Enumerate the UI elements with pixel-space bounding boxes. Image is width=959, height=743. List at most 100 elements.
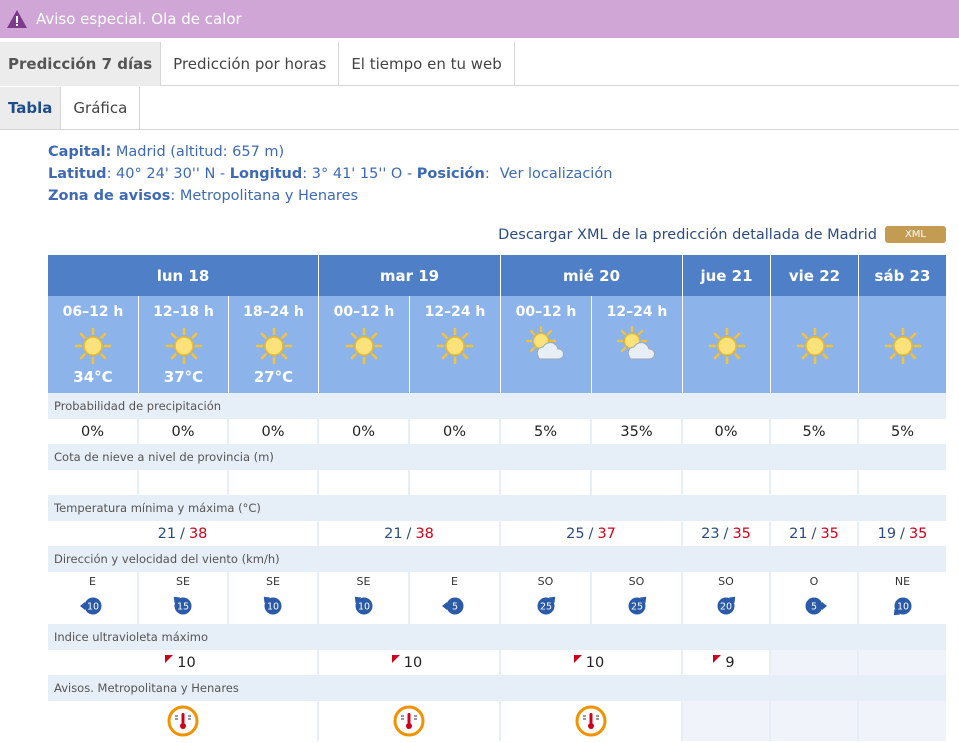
day-header: mié 20 bbox=[501, 255, 683, 296]
tab-prediccion-7-dias[interactable]: Predicción 7 días bbox=[0, 42, 162, 86]
pos-label: Posición bbox=[416, 166, 485, 182]
period-cell bbox=[683, 296, 771, 393]
tab-tiempo-en-tu-web[interactable]: El tiempo en tu web bbox=[339, 42, 515, 86]
heat-warning-icon[interactable] bbox=[575, 705, 607, 737]
tab-tabla[interactable]: Tabla bbox=[0, 87, 62, 129]
heat-warning-icon[interactable] bbox=[167, 705, 199, 737]
sub-tabs: Tabla Gráfica bbox=[0, 87, 959, 130]
day-header: jue 21 bbox=[683, 255, 771, 296]
precip-value: 0% bbox=[319, 419, 410, 444]
warning-cell[interactable] bbox=[501, 701, 683, 741]
period-label: 00–12 h bbox=[333, 304, 395, 320]
wind-arrow-icon: 20 bbox=[717, 596, 736, 615]
period-cell: 00–12 h bbox=[319, 296, 410, 393]
period-cell: 12–18 h 37°C bbox=[139, 296, 229, 393]
wind-cell: SE 15 bbox=[139, 572, 229, 624]
precip-value: 0% bbox=[683, 419, 771, 444]
temp-min: 19 bbox=[877, 525, 897, 542]
xml-download-link[interactable]: Descargar XML de la predicción detallada… bbox=[498, 227, 877, 243]
precip-value: 35% bbox=[592, 419, 683, 444]
temp-separator: / bbox=[406, 525, 412, 542]
uv-number: 10 bbox=[391, 654, 423, 671]
day-header: lun 18 bbox=[48, 255, 319, 296]
zone-label: Zona de avisos bbox=[48, 188, 171, 204]
snow-value bbox=[48, 470, 139, 495]
warning-cell bbox=[771, 701, 859, 741]
svg-text:25: 25 bbox=[630, 602, 642, 613]
temp-minmax: 21/38 bbox=[48, 521, 319, 546]
snow-value bbox=[319, 470, 410, 495]
wind-arrow-icon: 5 bbox=[805, 597, 827, 615]
uv-flag-icon bbox=[713, 654, 722, 663]
snow-row bbox=[48, 470, 946, 495]
sun-cloud-icon bbox=[617, 326, 656, 360]
zone-value: : Metropolitana y Henares bbox=[170, 188, 359, 204]
precip-label: Probabilidad de precipitación bbox=[48, 393, 946, 419]
warning-cell[interactable] bbox=[319, 701, 501, 741]
ver-localizacion-link[interactable]: Ver localización bbox=[500, 166, 613, 182]
wind-direction: E bbox=[89, 575, 96, 588]
main-tabs: Predicción 7 días Predicción por horas E… bbox=[0, 42, 959, 86]
uv-value: 10 bbox=[48, 650, 319, 675]
temp-separator: / bbox=[180, 525, 185, 542]
uv-flag-icon bbox=[573, 654, 582, 663]
temp-max: 35 bbox=[820, 525, 839, 542]
warning-cell[interactable] bbox=[48, 701, 319, 741]
temp-min: 21 bbox=[789, 525, 808, 542]
period-weather-row: 06–12 h 34°C 12–18 h 37°C 18–24 h 27°C 00–12 h… bbox=[48, 296, 946, 393]
snow-value bbox=[771, 470, 859, 495]
warn-row bbox=[48, 701, 946, 741]
uv-flag-icon bbox=[391, 654, 400, 663]
wind-direction: SO bbox=[537, 575, 554, 588]
wind-direction: E bbox=[451, 575, 458, 588]
warning-cell bbox=[859, 701, 946, 741]
snow-value bbox=[592, 470, 683, 495]
uv-row: 10 10 10 9 bbox=[48, 650, 946, 675]
svg-text:25: 25 bbox=[539, 602, 551, 613]
temp-min: 23 bbox=[701, 525, 720, 542]
tab-grafica[interactable]: Gráfica bbox=[61, 87, 141, 129]
wind-row: E 10 SE 15 SE 10 SE 10 E 5 SO 25 SO 25 SO 20 O 5… bbox=[48, 572, 946, 624]
snow-value bbox=[139, 470, 229, 495]
precip-value: 5% bbox=[771, 419, 859, 444]
warn-label: Avisos. Metropolitana y Henares bbox=[48, 675, 946, 701]
wind-direction: SO bbox=[718, 575, 734, 588]
sun-icon bbox=[74, 327, 112, 365]
heat-warning-icon[interactable] bbox=[393, 705, 425, 737]
period-label: 12–18 h bbox=[153, 304, 214, 320]
alert-bar[interactable]: Aviso especial. Ola de calor bbox=[0, 0, 959, 38]
temp-min: 25 bbox=[566, 525, 585, 542]
wind-arrow-icon: 15 bbox=[173, 596, 192, 615]
forecast-table: lun 18 mar 19 mié 20 jue 21 vie 22 sáb 2… bbox=[48, 255, 946, 741]
period-temp: 34°C bbox=[73, 368, 113, 386]
xml-download: Descargar XML de la predicción detallada… bbox=[498, 226, 946, 243]
period-label: 12–24 h bbox=[424, 304, 486, 320]
wind-arrow-icon: 25 bbox=[537, 596, 555, 615]
wind-cell: E 10 bbox=[48, 572, 139, 624]
temp-max: 37 bbox=[597, 525, 616, 542]
wind-direction: SE bbox=[176, 575, 190, 588]
xml-button[interactable]: XML bbox=[884, 226, 946, 243]
capital-line: Capital: Madrid (altitud: 657 m) bbox=[48, 141, 612, 163]
precip-value: 0% bbox=[48, 419, 139, 444]
snow-label: Cota de nieve a nivel de provincia (m) bbox=[48, 444, 946, 470]
uv-label: Indice ultravioleta máximo bbox=[48, 624, 946, 650]
tab-prediccion-por-horas[interactable]: Predicción por horas bbox=[161, 42, 340, 86]
uv-value bbox=[771, 650, 859, 675]
period-cell bbox=[859, 296, 946, 393]
location-info: Capital: Madrid (altitud: 657 m) Latitud… bbox=[48, 141, 612, 207]
precip-value: 5% bbox=[501, 419, 592, 444]
wind-direction: SE bbox=[356, 575, 371, 588]
uv-number: 10 bbox=[165, 654, 196, 671]
wind-label: Dirección y velocidad del viento (km/h) bbox=[48, 546, 946, 572]
temp-label: Temperatura mínima y máxima (°C) bbox=[48, 495, 946, 521]
temp-separator: / bbox=[723, 525, 729, 542]
wind-cell: O 5 bbox=[771, 572, 859, 624]
uv-value: 9 bbox=[683, 650, 771, 675]
pos-colon: : bbox=[484, 166, 490, 182]
wind-direction: SE bbox=[266, 575, 280, 588]
temp-separator: / bbox=[811, 525, 817, 542]
period-cell bbox=[771, 296, 859, 393]
temp-max: 35 bbox=[732, 525, 751, 542]
uv-text: 10 bbox=[403, 654, 423, 671]
